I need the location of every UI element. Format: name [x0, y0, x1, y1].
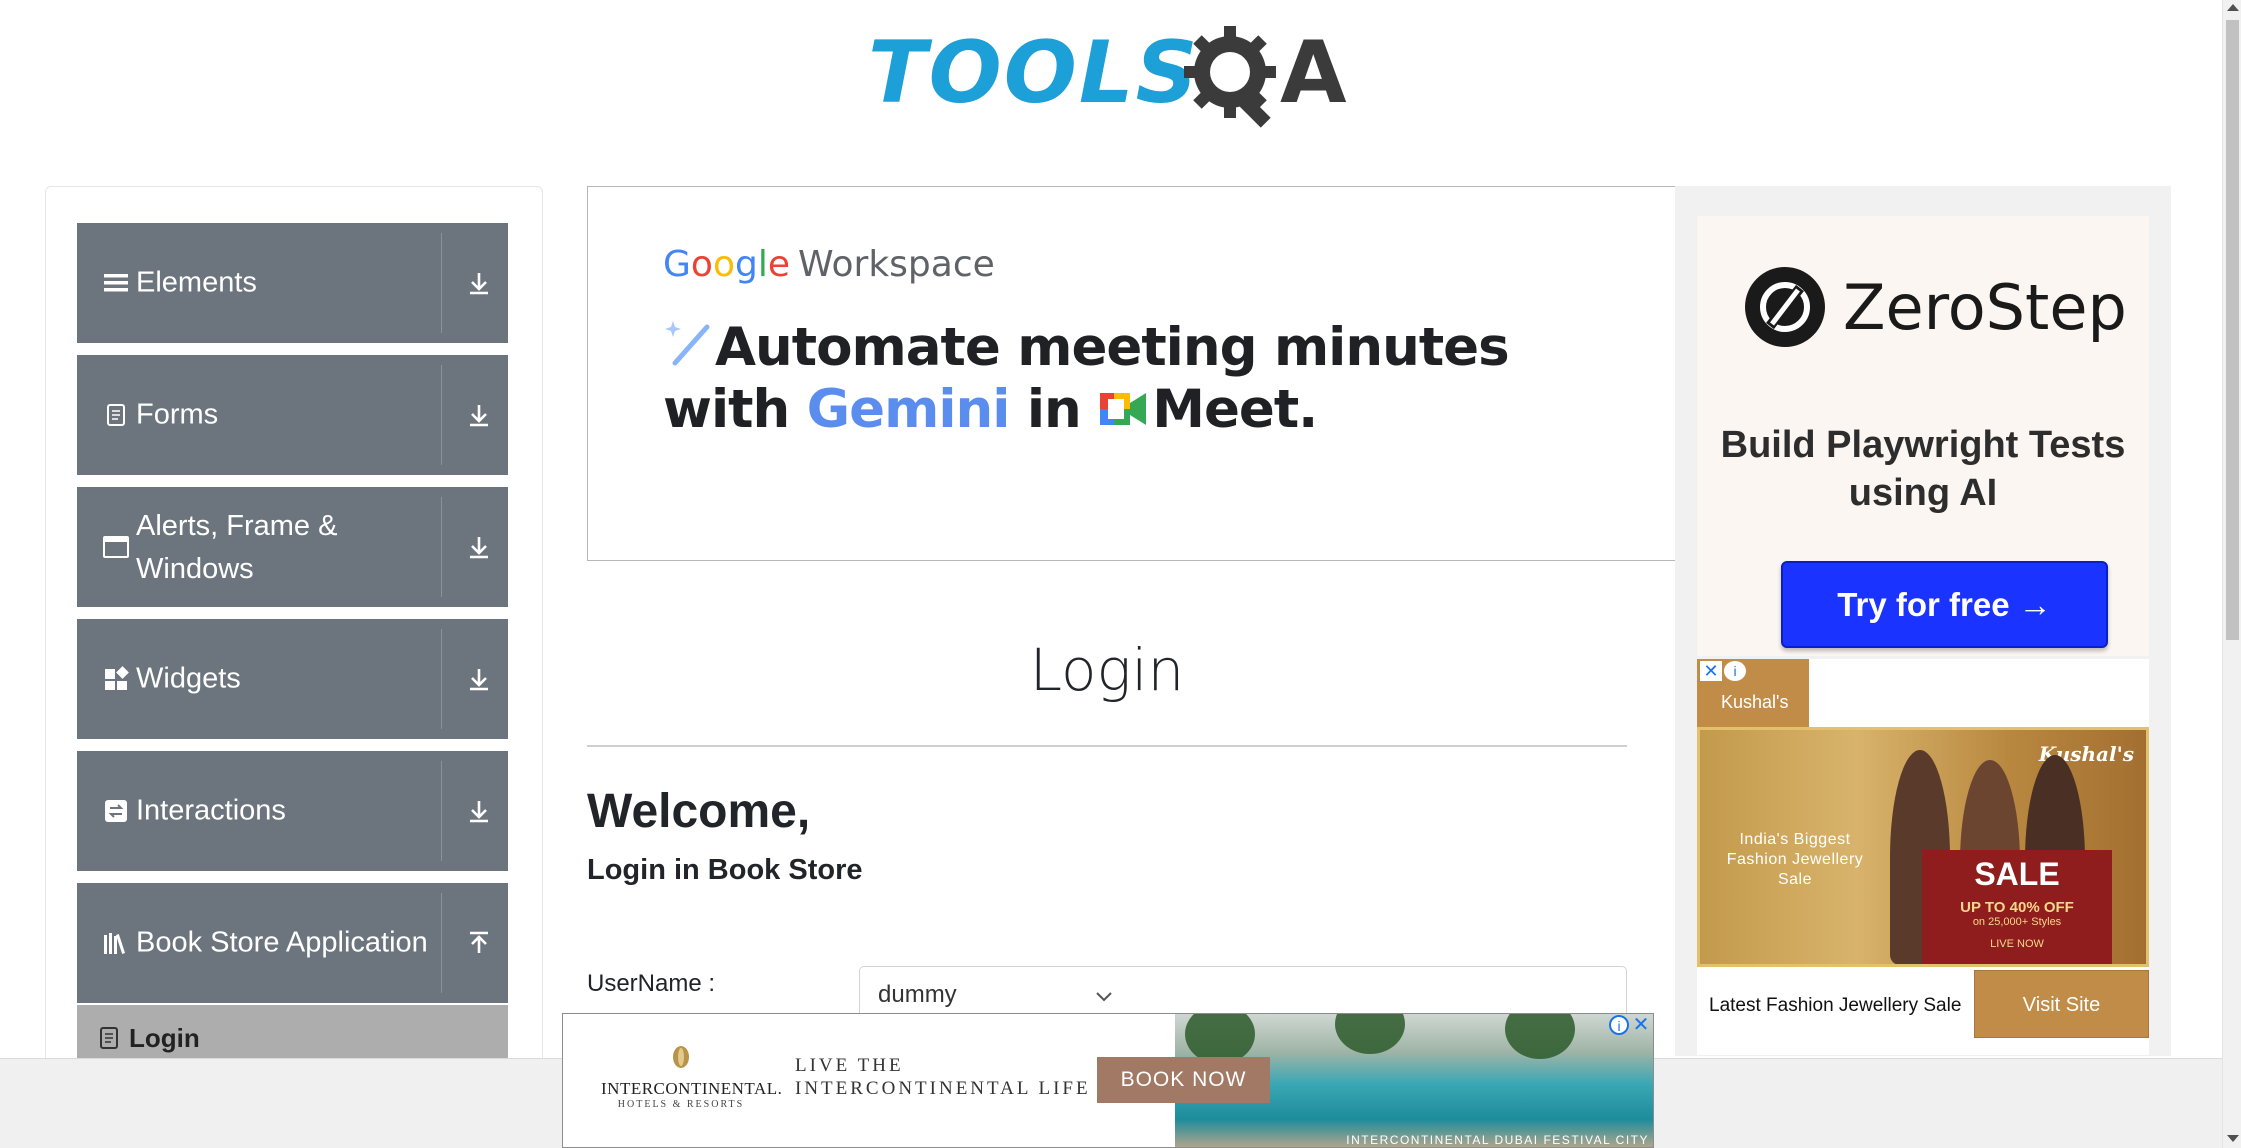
sidebar-group-label: Elements: [136, 266, 257, 299]
divider: [441, 365, 442, 465]
logo-text-a: A: [1280, 23, 1347, 123]
advertiser-name: Kushal's: [1721, 692, 1789, 712]
headline-word: in: [1026, 379, 1082, 440]
tagline-line: LIVE THE: [795, 1055, 904, 1076]
ad-footer-text: Latest Fashion Jewellery Sale: [1709, 995, 1962, 1016]
sidebar-group-label: Widgets: [136, 662, 241, 695]
book-now-button[interactable]: BOOK NOW: [1097, 1057, 1270, 1103]
brand-sub: HOTELS & RESORTS: [617, 1099, 745, 1110]
banner-copy: India's Biggest Fashion Jewellery Sale: [1726, 831, 1864, 888]
widgets-icon: [103, 666, 129, 692]
upload-arrow-icon: [470, 931, 488, 953]
logo-letter: G: [663, 244, 691, 285]
headline-line: Automate meeting minutes: [715, 317, 1510, 378]
sidebar-group-label: Alerts, Frame & Windows: [136, 510, 338, 585]
kushals-banner-image[interactable]: Kushal's India's Biggest Fashion Jewelle…: [1697, 727, 2149, 967]
divider: [587, 745, 1627, 747]
zerostep-brand: ZeroStep: [1843, 271, 2127, 344]
ad-headline: Automate meeting minutes with Gemini in …: [663, 317, 1510, 441]
divider: [441, 893, 442, 993]
window-icon: [103, 534, 129, 560]
magic-wand-icon: [665, 321, 710, 366]
scroll-up-arrow-icon[interactable]: [2227, 4, 2239, 11]
try-for-free-button[interactable]: Try for free →: [1781, 561, 2108, 648]
ad-close-icon[interactable]: ✕: [1631, 1015, 1651, 1035]
scroll-down-arrow-icon[interactable]: [2227, 1135, 2239, 1142]
sidebar-group-forms[interactable]: Forms: [77, 355, 508, 475]
right-ad-column: ZeroStep Build Playwright Tests using AI…: [1675, 186, 2171, 1056]
brand-name: INTERCONTINENTAL.: [601, 1079, 783, 1098]
sidebar-group-label: Book Store Application: [136, 926, 428, 959]
page-title: Login: [1029, 636, 1185, 704]
ad-label-tab: ✕ i Kushal's: [1697, 659, 1809, 727]
sale-sub: on 25,000+ Styles: [1972, 916, 2062, 928]
welcome-heading: Welcome,: [587, 785, 811, 838]
logo-letter: g: [734, 244, 758, 285]
visit-site-button[interactable]: Visit Site: [1974, 970, 2149, 1038]
username-label: UserName :: [587, 970, 716, 997]
sale-live: LIVE NOW: [1990, 938, 2044, 950]
left-sidebar: Elements Forms Alerts, Frame & Windows W…: [45, 186, 543, 1148]
sidebar-item-login[interactable]: Login: [77, 1005, 508, 1065]
tagline-line: INTERCONTINENTAL LIFE: [795, 1078, 1091, 1099]
books-icon: [103, 930, 129, 956]
sidebar-group-alerts-frame-windows[interactable]: Alerts, Frame & Windows: [77, 487, 508, 607]
sidebar-group-interactions[interactable]: Interactions: [77, 751, 508, 871]
gear-magnifier-icon: [1184, 26, 1276, 128]
google-workspace-logo: Google Workspace: [663, 244, 995, 285]
headline-word: with: [663, 379, 790, 440]
scrollbar-thumb[interactable]: [2226, 20, 2239, 640]
download-arrow-icon: [470, 273, 488, 295]
zerostep-ad[interactable]: ZeroStep Build Playwright Tests using AI…: [1697, 216, 2149, 656]
intercontinental-ad[interactable]: INTERCONTINENTAL. HOTELS & RESORTS LIVE …: [562, 1013, 1654, 1148]
ad-info-icon[interactable]: i: [1609, 1015, 1629, 1035]
gemini-word: Gemini: [806, 379, 1011, 440]
hamburger-icon: [103, 270, 129, 296]
palm-tree: [1505, 1014, 1575, 1059]
document-icon: [103, 402, 129, 428]
logo-text-tools: TOOLS: [868, 23, 1200, 123]
download-arrow-icon: [470, 405, 488, 427]
sidebar-group-book-store-application[interactable]: Book Store Application: [77, 883, 508, 1003]
download-arrow-icon: [470, 801, 488, 823]
ad-tagline: LIVE THE INTERCONTINENTAL LIFE: [795, 1054, 1091, 1100]
sidebar-group-elements[interactable]: Elements: [77, 223, 508, 343]
logo-letter: l: [757, 244, 768, 285]
logo-letter: o: [690, 244, 713, 285]
divider: [441, 233, 442, 333]
sidebar-group-label: Forms: [136, 398, 219, 431]
image-caption: INTERCONTINENTAL DUBAI FESTIVAL CITY: [1346, 1133, 1649, 1147]
welcome-subheading: Login in Book Store: [587, 854, 863, 886]
divider: [441, 629, 442, 729]
info-icon[interactable]: i: [1724, 661, 1746, 681]
meet-word: Meet.: [1152, 379, 1318, 440]
sale-badge: SALE UP TO 40% OFF on 25,000+ Styles LIV…: [1922, 850, 2112, 964]
sidebar-item-label: Login: [129, 1023, 200, 1053]
zerostep-logo-icon: [1745, 267, 1825, 347]
workspace-label: Workspace: [798, 244, 995, 285]
swap-icon: [103, 798, 129, 824]
sale-text: SALE: [1974, 856, 2060, 892]
download-arrow-icon: [470, 537, 488, 559]
toolsqa-logo[interactable]: TOOLS A: [868, 22, 1353, 138]
google-meet-icon: [1100, 393, 1147, 425]
sale-offer: UP TO 40% OFF: [1960, 899, 2074, 916]
divider: [441, 497, 442, 597]
logo-letter: o: [712, 244, 735, 285]
kushals-ad[interactable]: ✕ i Kushal's Kushal's India's Biggest Fa…: [1697, 659, 2149, 1055]
sidebar-group-label: Interactions: [136, 794, 286, 827]
divider: [441, 761, 442, 861]
sidebar-group-widgets[interactable]: Widgets: [77, 619, 508, 739]
autocomplete-caret-icon: [1096, 992, 1112, 1002]
intercontinental-logo: INTERCONTINENTAL. HOTELS & RESORTS: [601, 1044, 783, 1110]
close-icon[interactable]: ✕: [1700, 661, 1722, 681]
file-icon: [100, 1027, 118, 1049]
zerostep-tagline: Build Playwright Tests using AI: [1720, 424, 2126, 514]
vertical-scrollbar[interactable]: [2222, 0, 2241, 1148]
google-workspace-ad[interactable]: Google Workspace Automate meeting minutes…: [587, 186, 1677, 561]
intercontinental-mark-icon: [673, 1046, 689, 1068]
logo-letter: e: [767, 244, 790, 285]
palm-tree: [1335, 1014, 1405, 1054]
download-arrow-icon: [470, 669, 488, 691]
